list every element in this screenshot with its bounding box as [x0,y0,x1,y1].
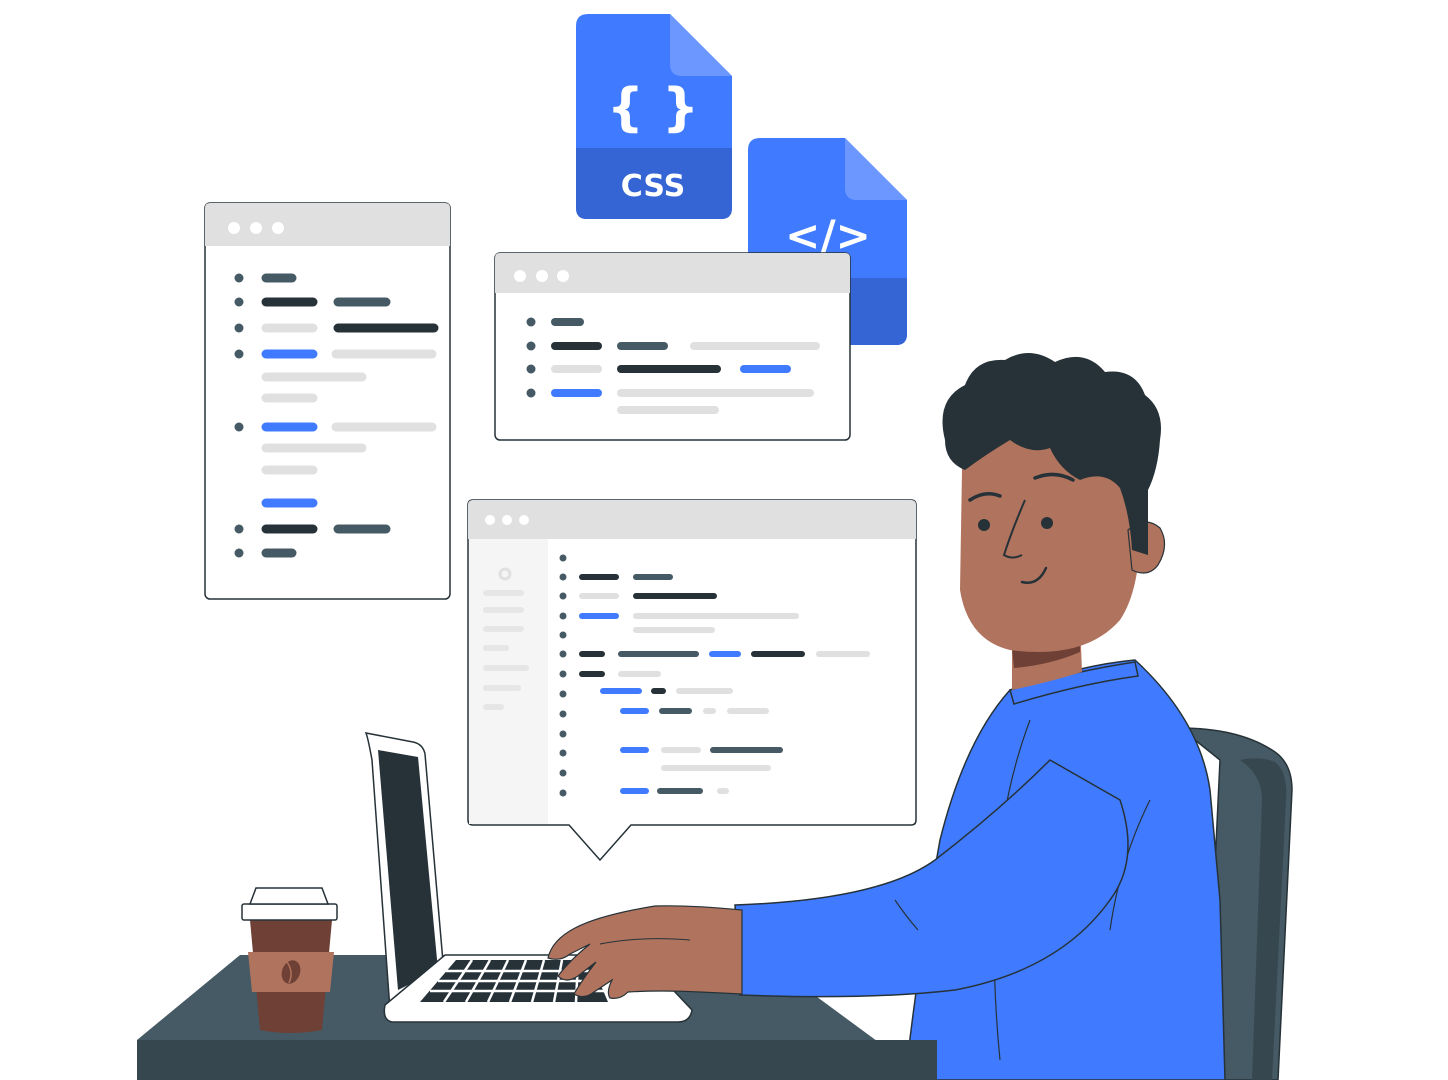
window-controls-icon [228,222,284,234]
file-css-label: CSS [621,169,685,204]
file-css-glyph: { } [607,78,699,138]
left-eye [978,519,990,531]
code-window-top [494,252,851,441]
file-css-icon: { } CSS [576,14,732,219]
code-window-left [204,202,451,600]
developer-illustration: { } CSS </> IL [137,14,1293,1080]
code-window-main [467,499,917,862]
right-eye [1041,517,1053,529]
window-controls-icon [485,515,529,525]
window-controls-icon [514,270,569,282]
